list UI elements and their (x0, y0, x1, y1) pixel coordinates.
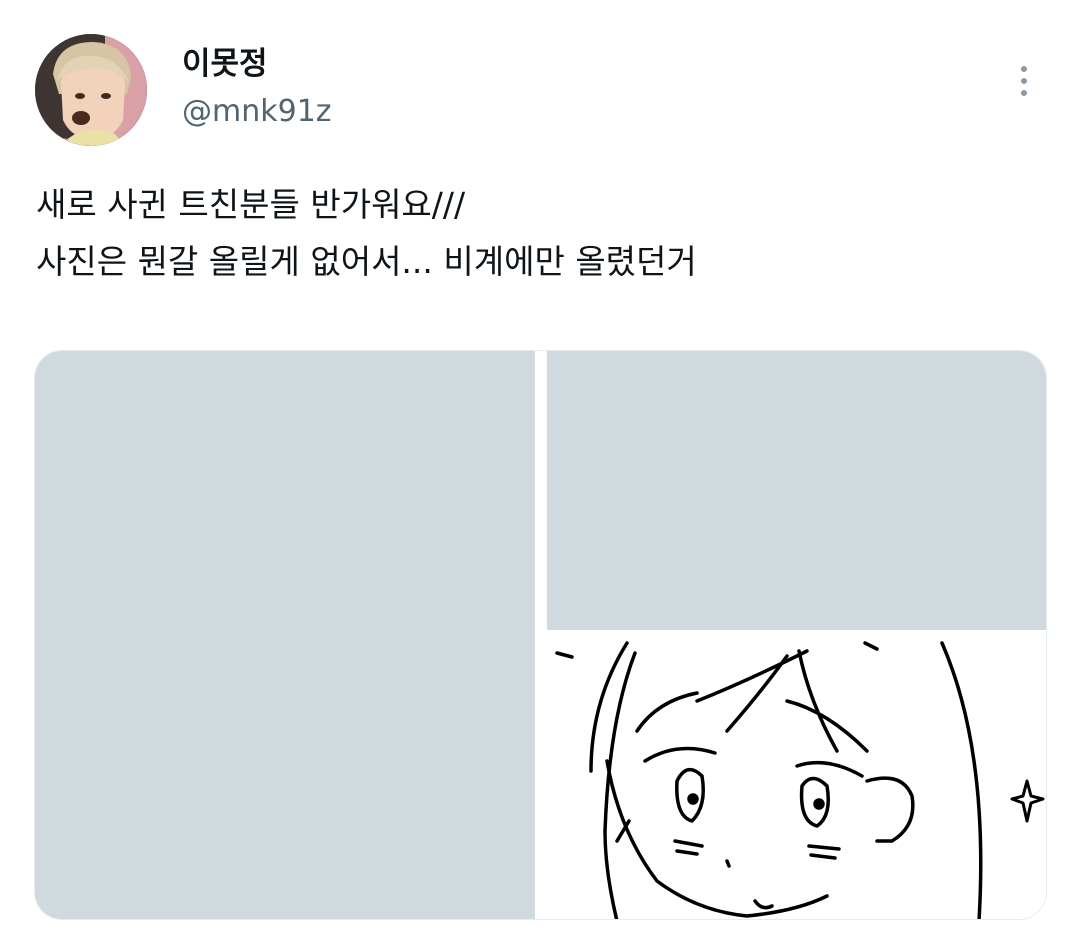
tweet-text-line: 사진은 뭔갈 올릴게 없어서... 비계에만 올렸던거 (36, 242, 697, 281)
tweet-text-line: 새로 사귄 트친분들 반가워요/// (36, 185, 466, 224)
tweet-text: 새로 사귄 트친분들 반가워요/// 사진은 뭔갈 올릴게 없어서... 비계에… (36, 176, 1046, 290)
author-display-name[interactable]: 이못정 (182, 44, 268, 84)
media-image-3[interactable] (547, 641, 1046, 919)
media-image-1[interactable] (35, 351, 535, 919)
author-handle[interactable]: @mnk91z (182, 92, 332, 132)
author-avatar[interactable] (35, 34, 147, 146)
sketch-drawing (555, 641, 1045, 919)
media-grid (34, 350, 1047, 920)
more-vertical-icon (1021, 63, 1027, 99)
avatar-photo (35, 34, 147, 146)
media-image-2[interactable] (547, 351, 1046, 630)
more-options-button[interactable] (1004, 56, 1044, 106)
